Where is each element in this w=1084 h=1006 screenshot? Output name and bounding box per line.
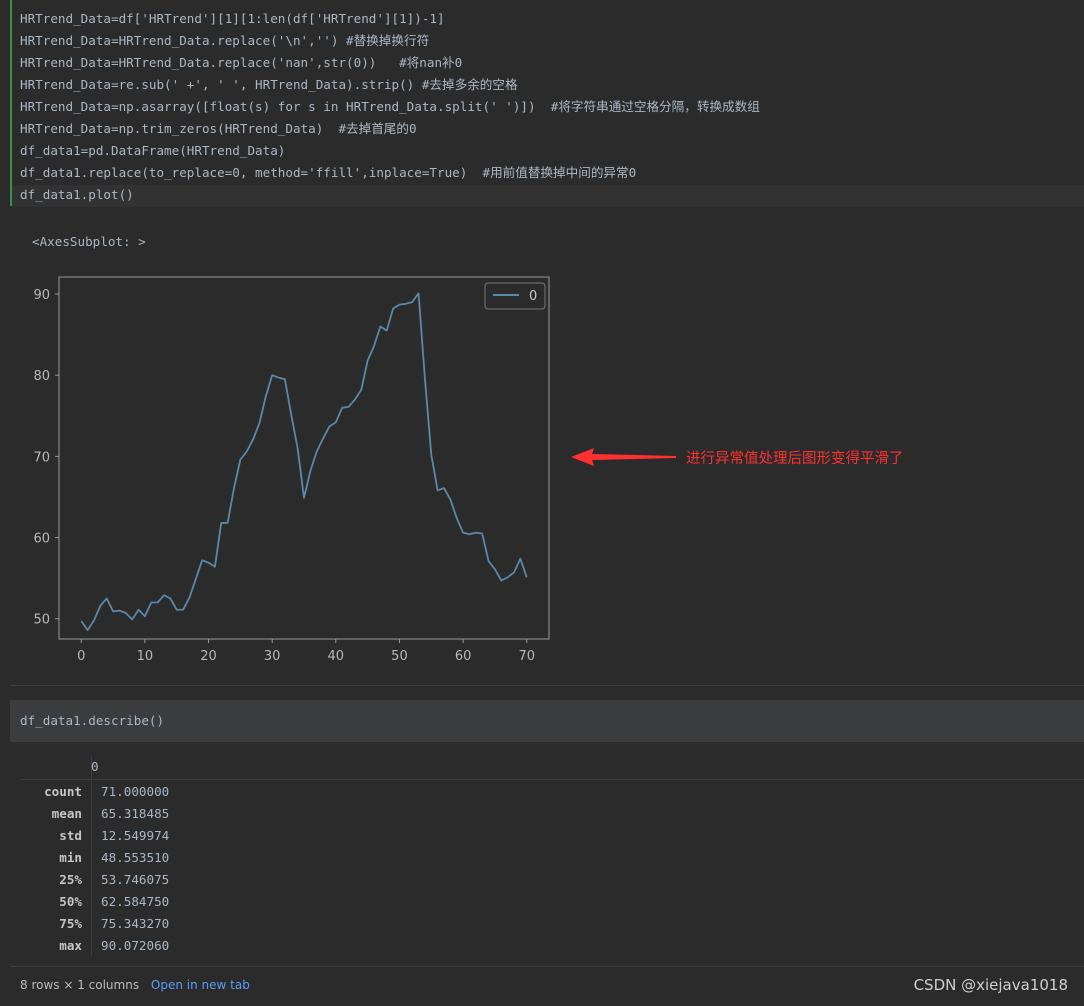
x-tick-label: 50 bbox=[391, 649, 408, 664]
legend: 0 bbox=[484, 282, 546, 310]
arrow-icon bbox=[571, 448, 676, 466]
x-tick-label: 70 bbox=[518, 649, 535, 664]
row-value-25: 53.746075 bbox=[101, 872, 170, 887]
footer-separator bbox=[10, 966, 1084, 967]
y-tick-label: 50 bbox=[33, 613, 50, 628]
cell-separator bbox=[10, 685, 1084, 686]
x-tick-label: 10 bbox=[137, 649, 154, 664]
y-tick-label: 60 bbox=[33, 532, 50, 547]
x-tick-label: 0 bbox=[77, 649, 85, 664]
y-axis: 50 60 70 80 90 bbox=[33, 288, 59, 628]
code-line-1[interactable]: HRTrend_Data=df['HRTrend'][1][1:len(df['… bbox=[20, 8, 445, 30]
row-label-75: 75% bbox=[59, 916, 82, 931]
y-tick-label: 90 bbox=[33, 288, 50, 303]
code-line-2[interactable]: HRTrend_Data=HRTrend_Data.replace('\n','… bbox=[20, 30, 429, 52]
legend-label: 0 bbox=[529, 289, 537, 304]
table-summary: 8 rows × 1 columns bbox=[20, 978, 140, 992]
code-line-describe[interactable]: df_data1.describe() bbox=[20, 710, 164, 732]
row-value-75: 75.343270 bbox=[101, 916, 170, 931]
column-header: 0 bbox=[91, 759, 99, 774]
row-label-count: count bbox=[44, 784, 82, 799]
index-divider bbox=[91, 756, 92, 956]
x-tick-label: 20 bbox=[200, 649, 217, 664]
x-tick-label: 40 bbox=[328, 649, 345, 664]
code-line-5[interactable]: HRTrend_Data=np.asarray([float(s) for s … bbox=[20, 96, 760, 118]
code-line-8[interactable]: df_data1.replace(to_replace=0, method='f… bbox=[20, 162, 636, 184]
row-label-max: max bbox=[59, 938, 82, 953]
code-line-3[interactable]: HRTrend_Data=HRTrend_Data.replace('nan',… bbox=[20, 52, 462, 74]
x-axis: 0 10 20 30 40 50 60 70 bbox=[77, 639, 535, 664]
row-label-25: 25% bbox=[59, 872, 82, 887]
row-label-mean: mean bbox=[51, 806, 82, 821]
plot-area bbox=[58, 276, 550, 640]
x-tick-label: 30 bbox=[264, 649, 281, 664]
code-line-7[interactable]: df_data1=pd.DataFrame(HRTrend_Data) bbox=[20, 140, 285, 162]
row-value-min: 48.553510 bbox=[101, 850, 170, 865]
row-value-count: 71.000000 bbox=[101, 784, 170, 799]
y-tick-label: 80 bbox=[33, 369, 50, 384]
table-footer: 8 rows × 1 columns Open in new tab bbox=[20, 978, 250, 992]
y-tick-label: 70 bbox=[33, 450, 50, 465]
active-line-highlight bbox=[12, 185, 1084, 207]
x-tick-label: 60 bbox=[455, 649, 472, 664]
code-line-6[interactable]: HRTrend_Data=np.trim_zeros(HRTrend_Data)… bbox=[20, 118, 417, 140]
watermark: CSDN @xiejava1018 bbox=[913, 976, 1068, 994]
row-value-50: 62.584750 bbox=[101, 894, 170, 909]
row-label-std: std bbox=[59, 828, 82, 843]
line-chart: 0 10 20 30 40 50 60 70 50 60 70 80 90 0 bbox=[33, 276, 550, 664]
code-line-9[interactable]: df_data1.plot() bbox=[20, 184, 134, 206]
code-cell-describe[interactable]: df_data1.describe() bbox=[10, 700, 1084, 742]
output-label: <AxesSubplot: > bbox=[32, 234, 146, 249]
code-cell[interactable]: HRTrend_Data=df['HRTrend'][1][1:len(df['… bbox=[10, 0, 1084, 207]
annotation-text: 进行异常值处理后图形变得平滑了 bbox=[686, 451, 904, 467]
row-value-max: 90.072060 bbox=[101, 938, 170, 953]
code-line-4[interactable]: HRTrend_Data=re.sub(' +', ' ', HRTrend_D… bbox=[20, 74, 518, 96]
header-divider bbox=[20, 779, 1084, 780]
row-value-mean: 65.318485 bbox=[101, 806, 170, 821]
row-value-std: 12.549974 bbox=[101, 828, 170, 843]
row-label-50: 50% bbox=[59, 894, 82, 909]
open-in-new-tab-link[interactable]: Open in new tab bbox=[151, 978, 250, 992]
row-label-min: min bbox=[59, 850, 82, 865]
